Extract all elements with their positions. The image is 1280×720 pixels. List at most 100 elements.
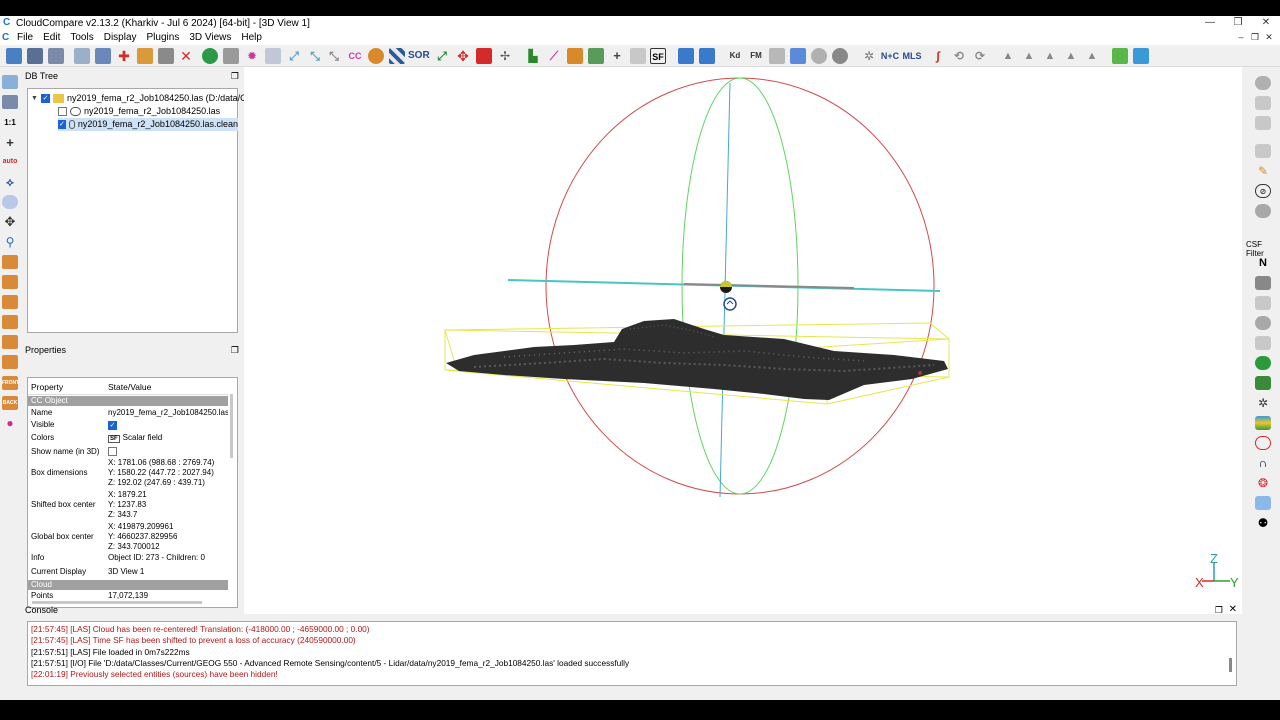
- canupo-train-icon[interactable]: [678, 48, 694, 64]
- merge-icon[interactable]: [158, 48, 174, 64]
- undock-icon[interactable]: ❐: [231, 69, 239, 83]
- menu-plugins[interactable]: Plugins: [142, 32, 185, 43]
- plugin-grid-icon[interactable]: [1255, 336, 1271, 350]
- tree-item-las[interactable]: ny2019_fema_r2_Job1084250.las: [58, 105, 220, 118]
- move-icon[interactable]: ✥: [455, 48, 471, 64]
- clone-icon[interactable]: [137, 48, 153, 64]
- profile-5-icon[interactable]: ▲: [1084, 48, 1100, 64]
- console-close-icon[interactable]: ✕: [1229, 603, 1237, 617]
- octree-icon[interactable]: [769, 48, 785, 64]
- 3d-view[interactable]: Z Y X: [244, 67, 1242, 614]
- row-colors[interactable]: Colors SF Scalar field: [28, 433, 228, 445]
- histogram-icon[interactable]: ▙: [525, 48, 541, 64]
- menu-tools[interactable]: Tools: [65, 32, 98, 43]
- mesh-icon[interactable]: [368, 48, 384, 64]
- save-icon[interactable]: [27, 48, 43, 64]
- console-scrollbar[interactable]: [1229, 658, 1232, 672]
- plugin-compass-icon[interactable]: [1255, 76, 1271, 90]
- checkbox-las[interactable]: [58, 107, 67, 116]
- translate-rotate-icon[interactable]: [202, 48, 218, 64]
- console-output[interactable]: [21:57:45] [LAS] Cloud has been re-cente…: [27, 621, 1237, 686]
- collapse-arrow-icon[interactable]: ▼: [31, 92, 41, 105]
- profile-4-icon[interactable]: ▲: [1063, 48, 1079, 64]
- auto-pivot-icon[interactable]: auto: [2, 155, 18, 169]
- 3d-scene[interactable]: [244, 67, 1242, 614]
- sor-filter-icon[interactable]: SOR: [408, 48, 430, 64]
- plugin-layers-icon[interactable]: [1255, 416, 1271, 430]
- center-icon[interactable]: ✥: [2, 215, 18, 229]
- left-view-icon[interactable]: [2, 295, 18, 309]
- n-c-icon[interactable]: N+C: [880, 48, 900, 64]
- menu-edit[interactable]: Edit: [38, 32, 65, 43]
- plugin-sphere-icon[interactable]: [1255, 356, 1271, 370]
- plugin-compass-tool-icon[interactable]: ⊘: [1255, 184, 1271, 198]
- undock-icon[interactable]: ❐: [231, 343, 239, 357]
- save-all-icon[interactable]: [48, 48, 64, 64]
- kd-tree-icon[interactable]: Kd: [727, 48, 743, 64]
- menu-help[interactable]: Help: [236, 32, 267, 43]
- sf-icon[interactable]: SF: [650, 48, 666, 64]
- sf-filter-icon[interactable]: [567, 48, 583, 64]
- camera-icon[interactable]: [2, 95, 18, 109]
- mdi-restore-button[interactable]: ❐: [1248, 30, 1262, 45]
- close-button[interactable]: ✕: [1252, 16, 1280, 30]
- rotation-icon[interactable]: ⟡: [2, 175, 18, 189]
- maximize-button[interactable]: ❐: [1224, 16, 1252, 30]
- plugin-gear-icon[interactable]: ✲: [861, 48, 877, 64]
- zoom-icon[interactable]: ⚲: [2, 235, 18, 249]
- console-undock-icon[interactable]: ❐: [1215, 603, 1223, 617]
- plugin-shield-icon[interactable]: [1255, 204, 1271, 218]
- plugin-gear2-icon[interactable]: ✲: [1255, 396, 1271, 410]
- checkbox-root[interactable]: ✓: [41, 94, 50, 103]
- pick-icon[interactable]: ✢: [497, 48, 513, 64]
- delete-icon[interactable]: ✕: [178, 48, 194, 64]
- plane-icon[interactable]: [476, 48, 492, 64]
- stereo-icon[interactable]: ●: [2, 416, 18, 430]
- delete-sf-icon[interactable]: [630, 48, 646, 64]
- volume-icon[interactable]: ⟳: [972, 48, 988, 64]
- cloud-compare-icon[interactable]: CC: [347, 48, 363, 64]
- row-visible[interactable]: Visible ✓: [28, 420, 228, 431]
- plugin-people-icon[interactable]: ⚉: [1255, 516, 1271, 530]
- back-view-icon[interactable]: [2, 315, 18, 329]
- one-to-one-icon[interactable]: 1:1: [2, 116, 18, 130]
- checkbox-las-clean[interactable]: ✓: [58, 120, 66, 129]
- row-current-display[interactable]: Current Display 3D View 1: [28, 567, 228, 578]
- plugin-brush-icon[interactable]: ✎: [1255, 164, 1271, 178]
- sf-gradient-icon[interactable]: ⟋: [546, 48, 562, 64]
- row-show-name[interactable]: Show name (in 3D): [28, 447, 228, 458]
- qstation-icon[interactable]: [1133, 48, 1149, 64]
- properties-icon[interactable]: [74, 48, 90, 64]
- rasterize-icon[interactable]: ∫: [930, 48, 946, 64]
- right-view-icon[interactable]: [2, 335, 18, 349]
- noise-filter-icon[interactable]: ⤢: [434, 48, 450, 64]
- distance-icon[interactable]: ⤡: [326, 48, 342, 64]
- iso-back-icon[interactable]: BACK: [2, 396, 18, 410]
- align-icon[interactable]: ⤢: [286, 48, 302, 64]
- menu-display[interactable]: Display: [99, 32, 142, 43]
- contour-icon[interactable]: ⟲: [951, 48, 967, 64]
- plugin-ellipse-icon[interactable]: [1255, 436, 1271, 450]
- mdi-minimize-button[interactable]: –: [1234, 30, 1248, 45]
- segment-icon[interactable]: [223, 48, 239, 64]
- display-settings-icon[interactable]: [2, 75, 18, 89]
- menu-3d-views[interactable]: 3D Views: [184, 32, 236, 43]
- sphere-icon[interactable]: [811, 48, 827, 64]
- plugin-shield2-icon[interactable]: [1255, 316, 1271, 330]
- mls-icon[interactable]: MLS: [902, 48, 922, 64]
- subsample-icon[interactable]: [265, 48, 281, 64]
- plugin-normals-icon[interactable]: N: [1255, 256, 1271, 270]
- profile-2-icon[interactable]: ▲: [1021, 48, 1037, 64]
- bottom-view-icon[interactable]: [2, 355, 18, 369]
- row-value[interactable]: 3D View 1: [108, 567, 228, 577]
- show-name-checkbox[interactable]: [108, 447, 117, 456]
- iso-front-icon[interactable]: FRONT: [2, 376, 19, 390]
- plugin-fire-icon[interactable]: ❂: [1255, 476, 1271, 490]
- sample-points-icon[interactable]: ✹: [244, 48, 260, 64]
- open-file-icon[interactable]: [6, 48, 22, 64]
- menu-file[interactable]: File: [12, 32, 38, 43]
- add-point-icon[interactable]: ✚: [116, 48, 132, 64]
- sf-arithmetic-icon[interactable]: [588, 48, 604, 64]
- plugin-cork-icon[interactable]: [1255, 296, 1271, 310]
- perspective-icon[interactable]: [2, 195, 18, 209]
